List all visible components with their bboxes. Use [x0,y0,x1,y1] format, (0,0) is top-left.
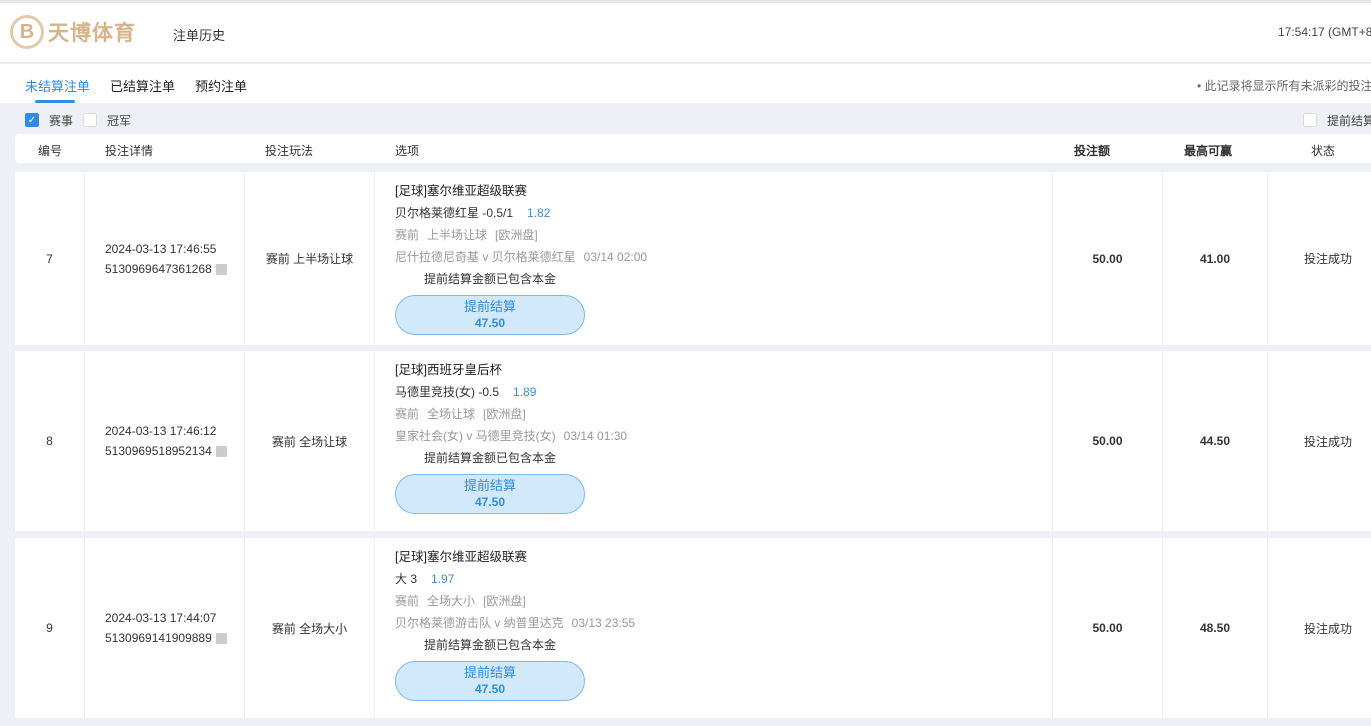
selection: [足球]塞尔维亚超级联赛 贝尔格莱德红星 -0.5/1 1.82 赛前 上半场让球 [… [375,172,1053,345]
stage: 赛前 [395,594,420,608]
stake: 50.00 [1053,351,1163,531]
stake: 50.00 [1053,172,1163,345]
cashout-filter-label: 提前结算 [1327,114,1371,128]
col-selection: 选项 [395,144,420,158]
market: 上半场让球 [427,228,488,242]
bet-number: 9 [15,538,85,718]
bet-number: 8 [15,351,85,531]
odds: 1.89 [513,385,537,399]
odds-type: [欧洲盘] [483,407,526,421]
cashout-note: 提前结算金额已包含本金 [424,272,557,286]
odds-type: [欧洲盘] [483,594,526,608]
pick: 马德里竞技(女) -0.5 [395,385,500,399]
tab-settled[interactable]: 已结算注单 [110,76,175,95]
cashout-button[interactable]: 提前结算 47.50 [395,661,585,701]
bet-time: 2024-03-13 17:44:07 [105,611,217,625]
page-title: 注单历史 [173,28,226,43]
active-tab-indicator [35,100,75,103]
bet-type: 赛前 全场让球 [245,351,375,531]
stake: 50.00 [1053,538,1163,718]
kickoff: 03/14 02:00 [583,250,648,264]
odds: 1.97 [431,572,455,586]
cashout-label: 提前结算 [463,665,516,680]
stage: 赛前 [395,407,420,421]
info-note: • 此记录将显示所有未派彩的投注 [1197,79,1371,93]
filters: ✓ 赛事 冠军 提前结算 [0,109,1371,131]
cashout-note: 提前结算金额已包含本金 [424,451,557,465]
table-row: 9 2024-03-13 17:44:07 5130969141909889 赛… [15,538,1371,718]
clock: 17:54:17 (GMT+8 [1278,25,1371,39]
market: 全场大小 [427,594,476,608]
outright-label: 冠军 [107,114,132,128]
copy-icon[interactable] [215,263,227,275]
table-row: 8 2024-03-13 17:46:12 5130969518952134 赛… [15,351,1371,531]
col-stake: 投注额 [1074,144,1111,158]
bet-time: 2024-03-13 17:46:12 [105,424,217,438]
max-win: 44.50 [1163,351,1268,531]
match: 皇家社会(女) v 马德里竞技(女) [395,429,556,443]
cashout-button[interactable]: 提前结算 47.50 [395,295,585,335]
tab-reserved[interactable]: 预约注单 [195,76,247,95]
copy-icon[interactable] [215,446,227,458]
cashout-label: 提前结算 [463,299,516,314]
bet-id: 5130969518952134 [105,444,212,458]
cashout-label: 提前结算 [463,478,516,493]
logo-text: 天博体育 [48,22,136,45]
selection: [足球]塞尔维亚超级联赛 大 3 1.97 赛前 全场大小 [欧洲盘] 贝尔格莱德游击… [375,538,1053,718]
bet-number: 7 [15,172,85,345]
logo-mark: B [10,15,44,49]
bet-id: 5130969141909889 [105,631,212,645]
cashout-value: 47.50 [474,682,506,696]
col-type: 投注玩法 [265,144,314,158]
table-row: 7 2024-03-13 17:46:55 5130969647361268 赛… [15,172,1371,345]
bet-details: 2024-03-13 17:46:55 5130969647361268 [85,172,245,345]
max-win: 48.50 [1163,538,1268,718]
bet-type: 赛前 全场大小 [245,538,375,718]
cashout-note: 提前结算金额已包含本金 [424,638,557,652]
bet-id: 5130969647361268 [105,261,212,276]
market: 全场让球 [427,407,476,421]
league: [足球]西班牙皇后杯 [395,363,502,377]
pick: 大 3 [395,572,418,586]
logo[interactable]: B 天博体育 [10,15,136,49]
status: 投注成功 [1303,621,1352,636]
cashout-button[interactable]: 提前结算 47.50 [395,474,585,514]
kickoff: 03/13 23:55 [571,616,636,630]
col-details: 投注详情 [105,144,154,158]
odds: 1.82 [527,206,551,220]
event-checkbox[interactable]: ✓ [25,113,39,127]
status: 投注成功 [1303,434,1352,449]
max-win: 41.00 [1163,172,1268,345]
pick: 贝尔格莱德红星 -0.5/1 [395,206,514,220]
league: [足球]塞尔维亚超级联赛 [395,184,527,198]
bet-type: 赛前 上半场让球 [245,172,375,345]
bet-details: 2024-03-13 17:46:12 5130969518952134 [85,351,245,531]
col-no: 编号 [38,144,63,158]
cashout-value: 47.50 [474,495,506,509]
match: 尼什拉德尼奇基 v 贝尔格莱德红星 [395,250,576,264]
tabs: 未结算注单 已结算注单 预约注单 • 此记录将显示所有未派彩的投注 [0,64,1371,103]
bet-time: 2024-03-13 17:46:55 [105,241,217,256]
outright-checkbox[interactable] [83,113,97,127]
selection: [足球]西班牙皇后杯 马德里竞技(女) -0.5 1.89 赛前 全场让球 [欧洲盘]… [375,351,1053,531]
copy-icon[interactable] [215,633,227,645]
header: B 天博体育 注单历史 17:54:17 (GMT+8 [0,3,1371,63]
match: 贝尔格莱德游击队 v 纳普里达克 [395,616,564,630]
stage: 赛前 [395,228,420,242]
bet-details: 2024-03-13 17:44:07 5130969141909889 [85,538,245,718]
col-status: 状态 [1311,144,1336,158]
event-label: 赛事 [49,114,74,128]
cashout-value: 47.50 [474,316,506,330]
cashout-filter-checkbox[interactable] [1303,113,1317,127]
col-max-win: 最高可赢 [1184,144,1233,158]
table-header: 编号 投注详情 投注玩法 选项 投注额 最高可赢 状态 [15,134,1371,163]
status: 投注成功 [1303,252,1352,266]
odds-type: [欧洲盘] [495,228,538,242]
kickoff: 03/14 01:30 [563,429,628,443]
league: [足球]塞尔维亚超级联赛 [395,550,527,564]
tab-unsettled[interactable]: 未结算注单 [25,76,90,95]
